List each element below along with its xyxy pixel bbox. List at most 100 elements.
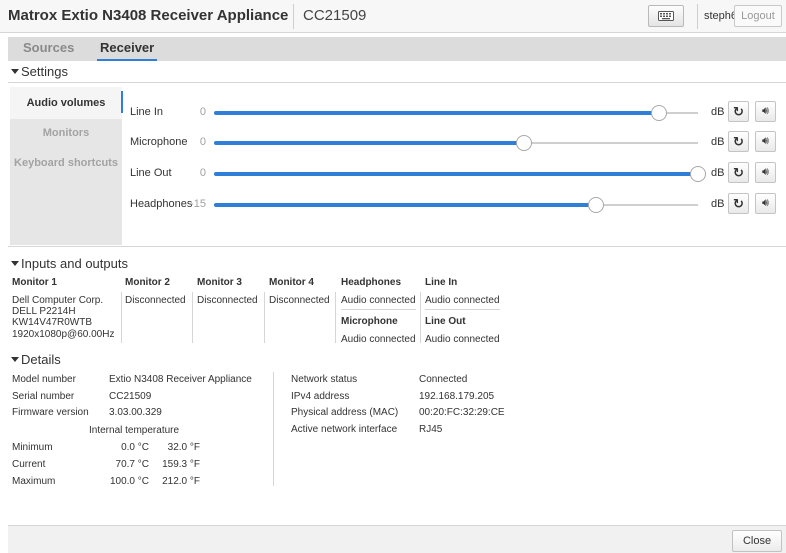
details-heading: Details	[21, 352, 61, 367]
keyboard-button[interactable]	[648, 5, 684, 27]
reset-button[interactable]: ↻	[728, 193, 749, 214]
temp-fahrenheit: 212.0 °F	[162, 476, 200, 487]
line-in-header: Line In	[425, 277, 458, 288]
line-out-status: Audio connected	[425, 334, 500, 345]
divider	[341, 309, 416, 310]
monitor-1-header: Monitor 1	[12, 277, 57, 288]
reset-button[interactable]: ↻	[728, 131, 749, 152]
app-header: Matrox Extio N3408 Receiver Appliance CC…	[0, 0, 786, 33]
temp-celsius: 70.7 °C	[115, 459, 149, 470]
divider	[293, 4, 294, 29]
caret-down-icon	[11, 69, 19, 75]
divider	[335, 292, 336, 343]
microphone-header: Microphone	[341, 316, 398, 327]
mute-button[interactable]: 🔊︎	[755, 101, 776, 122]
keyboard-icon	[658, 11, 674, 21]
speaker-icon: 🔊︎	[762, 105, 769, 117]
tab-sources[interactable]: Sources	[23, 37, 74, 61]
logout-button[interactable]: Logout	[734, 5, 782, 27]
slider-fill	[214, 203, 597, 207]
temperature-heading: Internal temperature	[89, 425, 180, 436]
temp-celsius: 0.0 °C	[121, 442, 149, 453]
nav-monitors[interactable]: Monitors	[10, 127, 122, 139]
detail-label: Physical address (MAC)	[291, 407, 399, 418]
mute-button[interactable]: 🔊︎	[755, 162, 776, 183]
monitor-1-status: Dell Computer Corp.	[12, 295, 104, 306]
detail-value: 00:20:FC:32:29:CE	[419, 407, 505, 418]
slider-fill	[214, 111, 660, 115]
unit-label: dB	[711, 106, 725, 118]
reset-icon: ↻	[733, 195, 744, 211]
divider	[8, 246, 786, 247]
divider	[697, 4, 698, 29]
headphones-header: Headphones	[341, 277, 402, 288]
temp-fahrenheit: 159.3 °F	[162, 459, 200, 470]
line-out-header: Line Out	[425, 316, 466, 327]
temp-celsius: 100.0 °C	[109, 476, 149, 487]
volume-slider[interactable]	[214, 197, 698, 213]
caret-down-icon	[11, 357, 19, 363]
detail-label: Active network interface	[291, 424, 398, 435]
settings-toggle[interactable]: Settings	[11, 64, 68, 79]
detail-value: Extio N3408 Receiver Appliance	[109, 374, 252, 385]
volume-label: Line In	[130, 106, 164, 118]
reset-icon: ↻	[733, 133, 744, 149]
detail-label: Firmware version	[12, 407, 89, 418]
line-in-status: Audio connected	[425, 295, 500, 306]
speaker-icon: 🔊︎	[762, 135, 769, 147]
monitor-1-serial: KW14V47R0WTB	[12, 317, 93, 328]
tab-bar: Sources Receiver	[8, 37, 786, 61]
detail-label: Serial number	[12, 391, 75, 402]
temp-label: Maximum	[12, 476, 56, 487]
io-toggle[interactable]: Inputs and outputs	[11, 256, 128, 271]
monitor-3-header: Monitor 3	[197, 277, 242, 288]
slider-handle[interactable]	[690, 166, 706, 182]
divider	[420, 292, 421, 343]
reset-button[interactable]: ↻	[728, 162, 749, 183]
monitor-2-header: Monitor 2	[125, 277, 170, 288]
slider-handle[interactable]	[651, 105, 668, 121]
close-button[interactable]: Close	[732, 530, 782, 552]
io-heading: Inputs and outputs	[21, 256, 128, 271]
divider	[425, 309, 500, 310]
active-indicator	[121, 91, 123, 113]
volume-row: Line In 0 dB ↻ 🔊︎	[128, 101, 780, 123]
mute-button[interactable]: 🔊︎	[755, 131, 776, 152]
monitor-1-resolution: 1920x1080p@60.00Hz	[12, 329, 115, 340]
detail-value: Connected	[419, 374, 468, 385]
details-toggle[interactable]: Details	[11, 352, 61, 367]
app-title: Matrox Extio N3408 Receiver Appliance	[8, 7, 289, 24]
device-id: CC21509	[303, 7, 367, 24]
divider	[121, 292, 122, 343]
nav-keyboard-shortcuts[interactable]: Keyboard shortcuts	[10, 157, 122, 169]
volume-value: 0	[199, 136, 206, 148]
divider	[273, 372, 274, 486]
settings-nav: Audio volumes Monitors Keyboard shortcut…	[10, 87, 122, 245]
detail-label: IPv4 address	[291, 391, 350, 402]
detail-value: CC21509	[109, 391, 152, 402]
volume-slider[interactable]	[214, 135, 698, 151]
microphone-status: Audio connected	[341, 334, 416, 345]
username: steph6	[704, 10, 738, 22]
caret-down-icon	[11, 261, 19, 267]
monitor-4-header: Monitor 4	[269, 277, 314, 288]
speaker-icon: 🔊︎	[762, 166, 769, 178]
volume-slider[interactable]	[214, 166, 706, 182]
volume-value: 0	[199, 106, 206, 118]
reset-button[interactable]: ↻	[728, 101, 749, 122]
volume-slider[interactable]	[214, 105, 698, 121]
slider-handle[interactable]	[515, 135, 532, 151]
monitor-4-status: Disconnected	[269, 295, 330, 306]
nav-audio-volumes[interactable]: Audio volumes	[10, 87, 122, 119]
headphones-status: Audio connected	[341, 295, 416, 306]
detail-value: 192.168.179.205	[419, 391, 495, 402]
settings-heading: Settings	[21, 64, 68, 79]
monitor-3-status: Disconnected	[197, 295, 258, 306]
slider-handle[interactable]	[588, 197, 605, 213]
detail-label: Network status	[291, 374, 358, 385]
divider	[8, 82, 786, 83]
tab-receiver[interactable]: Receiver	[97, 37, 158, 61]
volume-row: Line Out 0 dB ↻ 🔊︎	[128, 162, 780, 184]
mute-button[interactable]: 🔊︎	[755, 193, 776, 214]
temp-label: Current	[12, 459, 46, 470]
